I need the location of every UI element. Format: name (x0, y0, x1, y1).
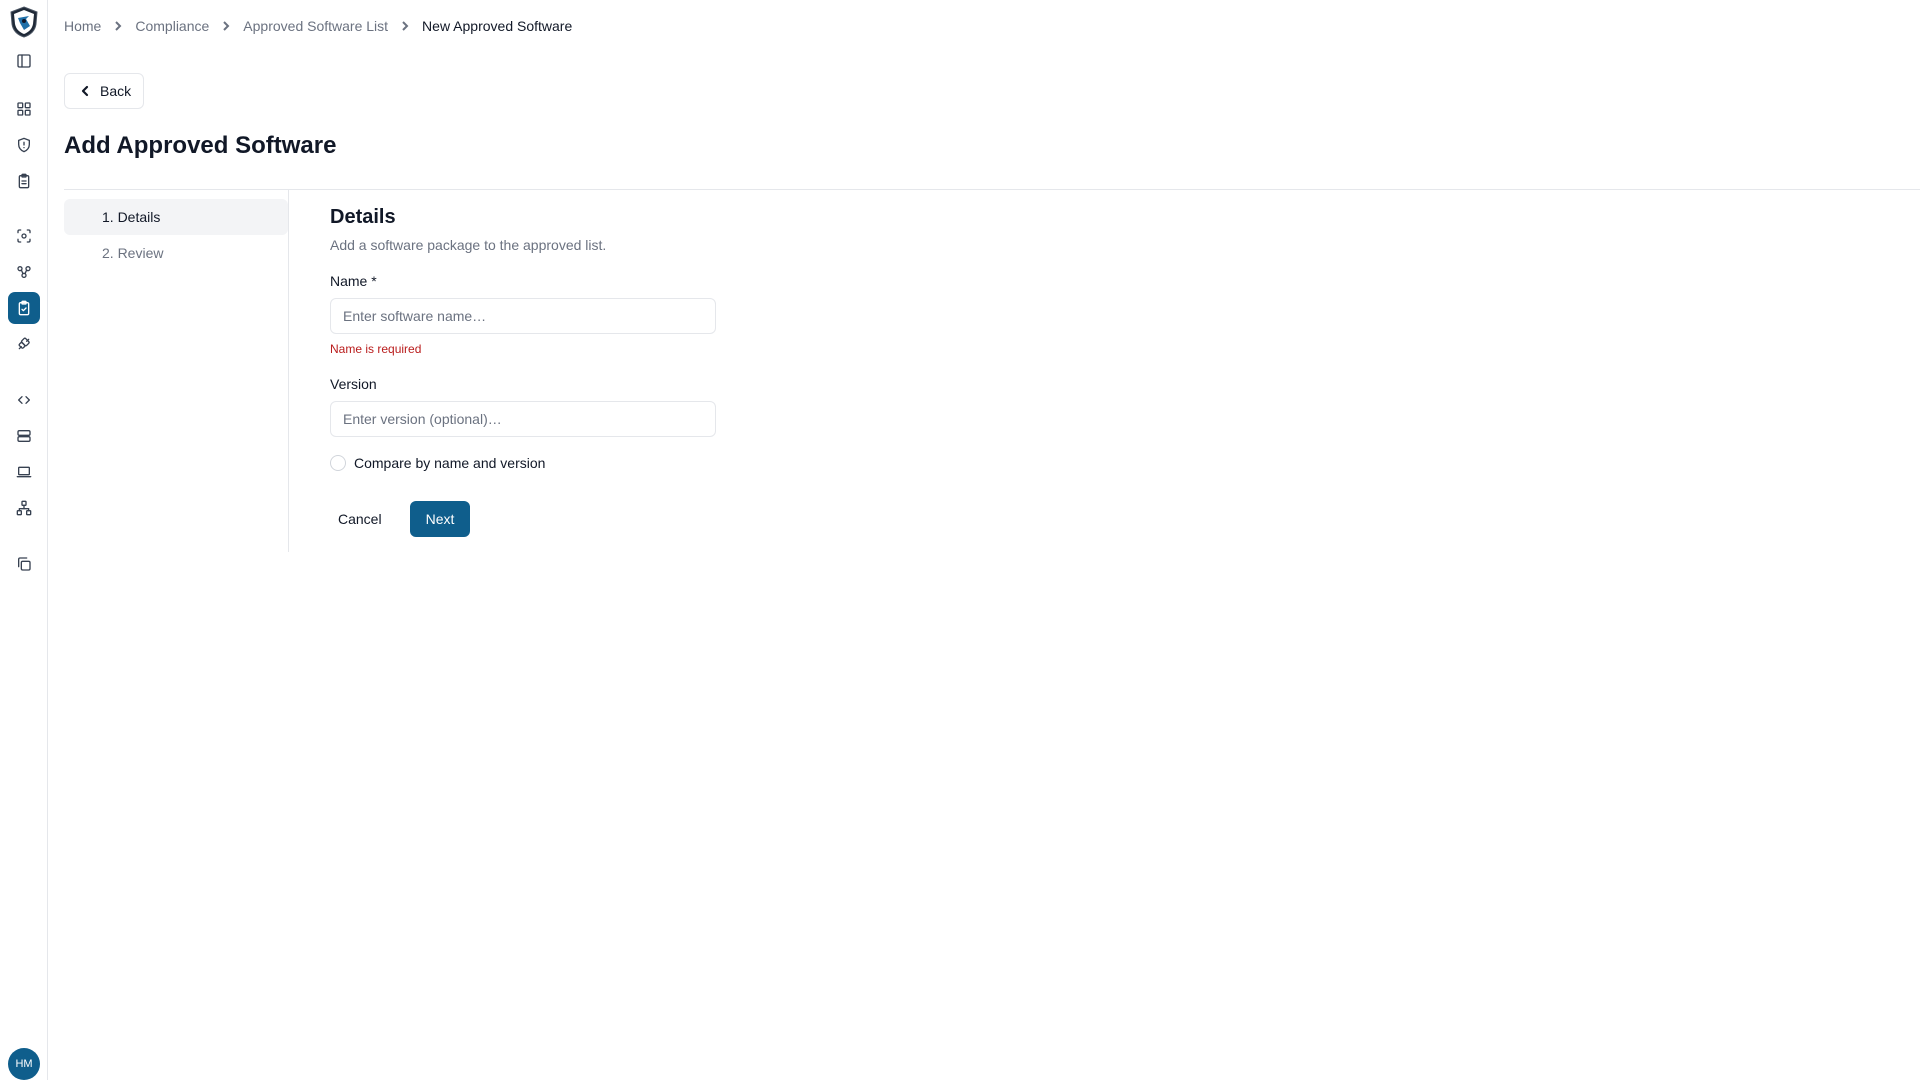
sidebar-item-dashboard[interactable] (8, 93, 40, 125)
section-heading: Details (330, 206, 396, 228)
version-label: Version (330, 376, 377, 392)
chevron-right-icon (209, 20, 243, 32)
clipboard-icon (18, 173, 30, 189)
page-title: Add Approved Software (64, 132, 337, 159)
step-details[interactable]: 1. Details (64, 199, 288, 235)
chevron-right-icon (388, 20, 422, 32)
breadcrumb: Home Compliance Approved Software List N… (64, 18, 572, 34)
sidebar-item-integrations[interactable] (8, 328, 40, 360)
shield-icon (18, 137, 30, 153)
breadcrumb-home[interactable]: Home (64, 18, 101, 34)
sidebar-toggle-icon (17, 54, 31, 68)
plug-icon (18, 337, 30, 350)
sidebar-item-documents[interactable] (8, 548, 40, 580)
main-content: Home Compliance Approved Software List N… (48, 0, 1920, 1080)
laptop-icon (16, 466, 32, 478)
name-error-message: Name is required (330, 342, 422, 356)
next-button[interactable]: Next (409, 501, 471, 537)
sidebar-item-compliance[interactable] (8, 292, 40, 324)
network-icon (16, 500, 32, 516)
chevron-left-icon (81, 85, 89, 97)
sidebar-toggle[interactable] (8, 45, 40, 77)
back-button[interactable]: Back (64, 73, 145, 109)
copy-icon (18, 557, 31, 571)
code-icon (18, 396, 30, 404)
step-review[interactable]: 2. Review (64, 235, 288, 271)
sidebar-item-servers[interactable] (8, 420, 40, 452)
sidebar-item-reports[interactable] (8, 165, 40, 197)
breadcrumb-current: New Approved Software (422, 18, 573, 34)
dashboard-icon (17, 102, 31, 116)
sidebar: HM (0, 0, 48, 1080)
app-logo[interactable] (9, 6, 39, 38)
server-icon (17, 430, 31, 442)
compare-option: Compare by name and version (330, 455, 720, 471)
section-description: Add a software package to the approved l… (330, 237, 607, 253)
divider (64, 189, 1920, 190)
version-input[interactable] (330, 401, 716, 437)
chevron-right-icon (101, 20, 135, 32)
form-actions: Cancel Next (330, 501, 720, 537)
details-form: Details Add a software package to the ap… (330, 203, 720, 537)
sidebar-item-security[interactable] (8, 129, 40, 161)
sidebar-item-code[interactable] (8, 384, 40, 416)
back-button-label: Back (100, 83, 132, 99)
stepper-divider (288, 190, 289, 552)
breadcrumb-approved-software-list[interactable]: Approved Software List (243, 18, 388, 34)
stepper: 1. Details 2. Review (64, 199, 288, 271)
sidebar-item-devices[interactable] (8, 456, 40, 488)
sidebar-item-groups[interactable] (8, 256, 40, 288)
user-avatar[interactable]: HM (8, 1048, 40, 1080)
name-input[interactable] (330, 298, 716, 334)
sidebar-item-scan[interactable] (8, 220, 40, 252)
nodes-icon (17, 266, 31, 278)
breadcrumb-compliance[interactable]: Compliance (135, 18, 209, 34)
compare-checkbox[interactable] (330, 455, 346, 471)
name-label: Name * (330, 273, 377, 289)
clipboard-check-icon (18, 300, 30, 316)
scan-icon (17, 229, 31, 243)
sidebar-item-network[interactable] (8, 492, 40, 524)
compare-label[interactable]: Compare by name and version (354, 455, 545, 471)
cancel-button[interactable]: Cancel (330, 501, 390, 537)
